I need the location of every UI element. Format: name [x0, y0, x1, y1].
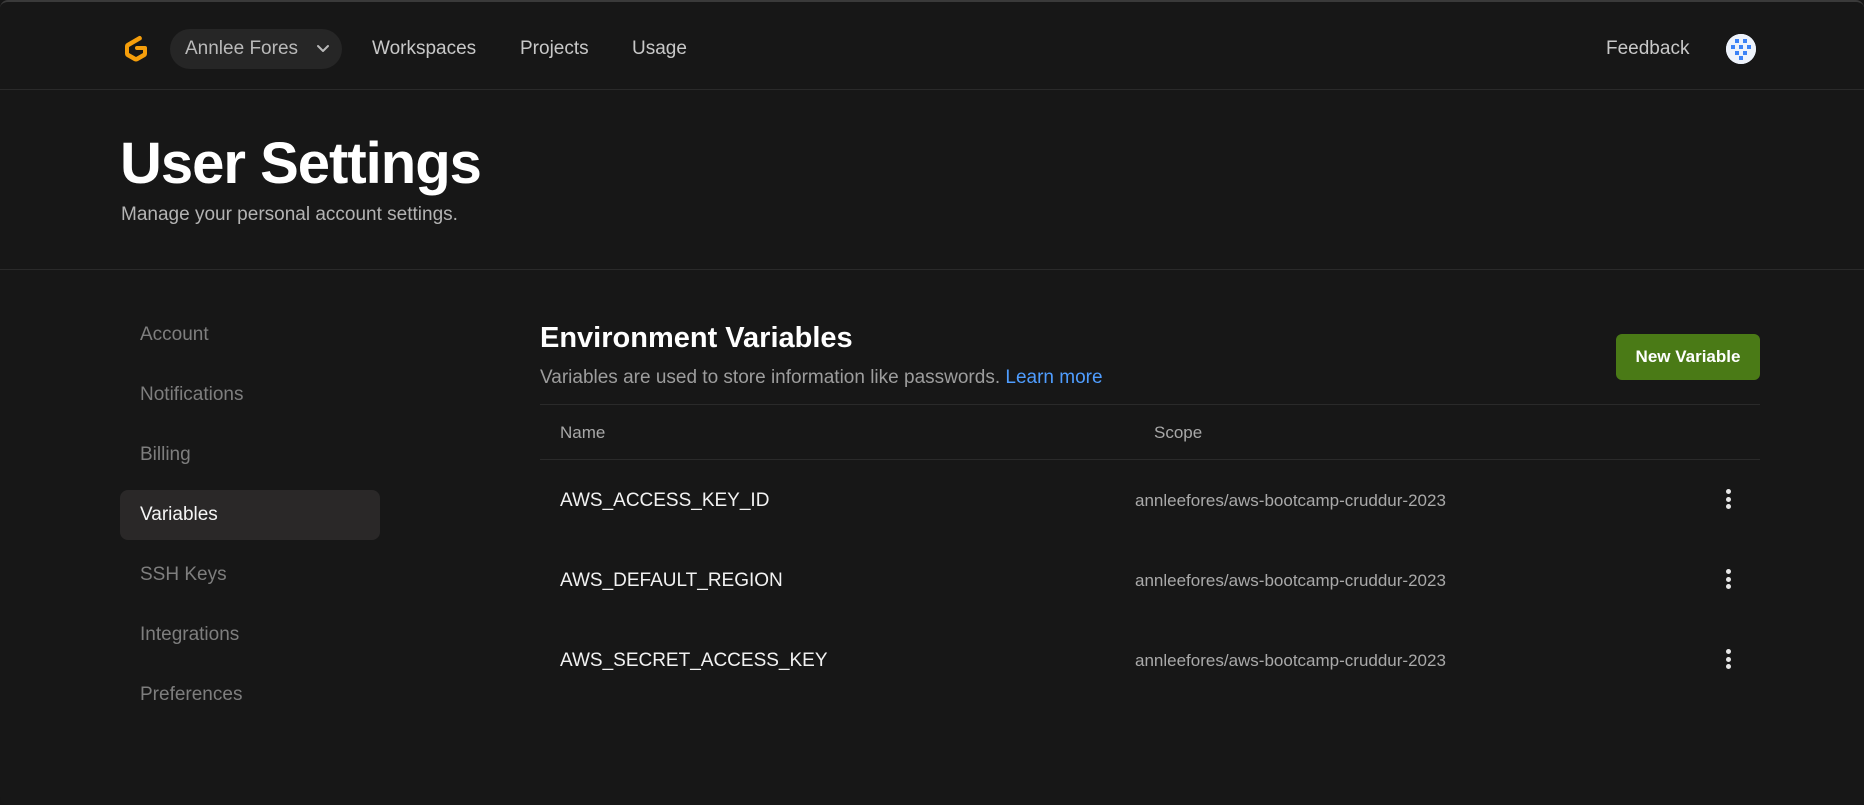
- feedback-link[interactable]: Feedback: [1606, 38, 1689, 60]
- section-title: Environment Variables: [540, 322, 853, 354]
- description-text: Variables are used to store information …: [540, 367, 1001, 388]
- top-nav: Annlee Fores Workspaces Projects Usage F…: [0, 2, 1864, 90]
- page-subtitle: Manage your personal account settings.: [121, 204, 458, 225]
- section-description: Variables are used to store information …: [540, 367, 1760, 389]
- app-window: Annlee Fores Workspaces Projects Usage F…: [0, 0, 1864, 805]
- variable-name: AWS_DEFAULT_REGION: [560, 570, 783, 591]
- page-title: User Settings: [120, 131, 482, 196]
- table-row: AWS_DEFAULT_REGION annleefores/aws-bootc…: [540, 540, 1760, 620]
- variable-scope: annleefores/aws-bootcamp-cruddur-2023: [1135, 651, 1446, 670]
- chevron-down-icon: [317, 45, 329, 52]
- nav-link-workspaces[interactable]: Workspaces: [372, 38, 476, 60]
- variable-name: AWS_ACCESS_KEY_ID: [560, 490, 770, 511]
- table-row: AWS_ACCESS_KEY_ID annleefores/aws-bootca…: [540, 460, 1760, 540]
- gitpod-logo-icon[interactable]: [120, 32, 152, 64]
- sidebar-item-ssh-keys[interactable]: SSH Keys: [120, 550, 380, 600]
- team-name: Annlee Fores: [185, 38, 299, 59]
- new-variable-button[interactable]: New Variable: [1616, 334, 1760, 380]
- variable-name: AWS_SECRET_ACCESS_KEY: [560, 650, 828, 671]
- sidebar-item-variables[interactable]: Variables: [120, 490, 380, 540]
- sidebar-item-preferences[interactable]: Preferences: [120, 670, 380, 720]
- table-row: AWS_SECRET_ACCESS_KEY annleefores/aws-bo…: [540, 620, 1760, 700]
- nav-link-projects[interactable]: Projects: [520, 38, 589, 60]
- variable-scope: annleefores/aws-bootcamp-cruddur-2023: [1135, 491, 1446, 510]
- sidebar-item-account[interactable]: Account: [120, 310, 380, 360]
- nav-link-usage[interactable]: Usage: [632, 38, 687, 60]
- sidebar-item-billing[interactable]: Billing: [120, 430, 380, 480]
- team-switcher[interactable]: Annlee Fores: [170, 29, 342, 69]
- more-options-icon[interactable]: [1722, 566, 1734, 592]
- variables-table: Name Scope AWS_ACCESS_KEY_ID annleefores…: [540, 404, 1760, 700]
- more-options-icon[interactable]: [1722, 486, 1734, 512]
- variables-section: Environment Variables Variables are used…: [540, 322, 1760, 671]
- sidebar-item-notifications[interactable]: Notifications: [120, 370, 380, 420]
- table-header: Name Scope: [540, 404, 1760, 460]
- column-header-name: Name: [560, 423, 606, 442]
- more-options-icon[interactable]: [1722, 646, 1734, 672]
- user-avatar[interactable]: [1726, 34, 1756, 64]
- settings-sidebar: Account Notifications Billing Variables …: [120, 310, 380, 730]
- column-header-scope: Scope: [1154, 423, 1203, 442]
- variable-scope: annleefores/aws-bootcamp-cruddur-2023: [1135, 571, 1446, 590]
- sidebar-item-integrations[interactable]: Integrations: [120, 610, 380, 660]
- page-header: User Settings Manage your personal accou…: [0, 90, 1864, 270]
- learn-more-link[interactable]: Learn more: [1005, 367, 1102, 388]
